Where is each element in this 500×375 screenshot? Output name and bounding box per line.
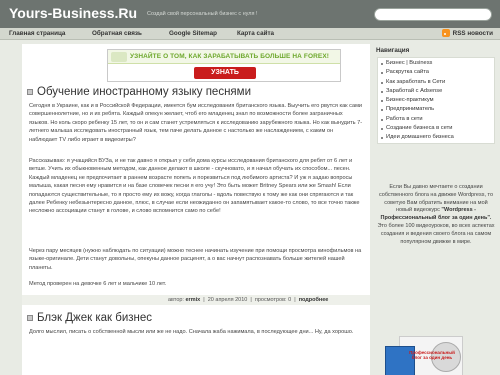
sidebar-item[interactable]: Как заработать в Сети — [378, 78, 494, 87]
dvd-label: Профессиональный блог за один день — [409, 350, 455, 360]
sidebar-item[interactable]: Бизнес-практикум — [378, 96, 494, 105]
post-title[interactable]: Блэк Джек как бизнес — [27, 312, 152, 324]
banner-button[interactable]: УЗНАТЬ — [194, 67, 256, 79]
title-bullet-icon — [27, 89, 33, 95]
post-title-text: Обучение иностранному языку песнями — [37, 86, 251, 98]
sidebar-item[interactable]: Предприниматель — [378, 105, 494, 114]
post-paragraph: Метод проверен на девочке 6 лет и мальчи… — [29, 281, 167, 287]
search-input[interactable] — [374, 8, 492, 21]
nav-home[interactable]: Главная страница — [9, 30, 65, 37]
site-tagline: Создай свой персональный бизнес с нуля ! — [147, 11, 258, 17]
nav-site-map[interactable]: Карта сайта — [237, 30, 274, 37]
meta-sep: | — [201, 297, 207, 303]
sidebar-item[interactable]: Создание бизнеса в сети — [378, 124, 494, 133]
site-header: Yours-Business.Ru Создай свой персональн… — [0, 0, 500, 28]
promo-text: Это более 100 видеоуроков, во всех аспек… — [377, 222, 495, 245]
rss-link[interactable]: RSS новости — [441, 29, 493, 37]
sidebar-nav-list: Бизнес | Business Раскрутка сайта Как за… — [377, 57, 495, 145]
sidebar-item[interactable]: Бизнес | Business — [378, 59, 494, 68]
nav-google-sitemap[interactable]: Google Sitemap — [169, 30, 217, 37]
meta-sep: | — [292, 297, 298, 303]
sidebar-item[interactable]: Заработай с Adsense — [378, 87, 494, 96]
nav-feedback[interactable]: Обратная связь — [92, 30, 142, 37]
post-title-text: Блэк Джек как бизнес — [37, 312, 153, 324]
post-paragraph: Через пару месяцев (нужно наблюдать по с… — [29, 248, 362, 271]
post-paragraph: Сегодня в Украине, как и в Российской Фе… — [29, 103, 363, 143]
banner-text: УЗНАЙТЕ О ТОМ, КАК ЗАРАБАТЫВАТЬ БОЛЬШЕ Н… — [130, 53, 330, 60]
sidebar-title: Навигация — [376, 47, 410, 54]
meta-sep: | — [248, 297, 254, 303]
post-paragraph: Долго мыслил, писать о собственной мысли… — [29, 329, 354, 335]
post-title[interactable]: Обучение иностранному языку песнями — [27, 86, 251, 98]
author-link[interactable]: ermix — [186, 297, 201, 303]
forex-banner[interactable]: УЗНАЙТЕ О ТОМ, КАК ЗАРАБАТЫВАТЬ БОЛЬШЕ Н… — [107, 49, 341, 82]
banner-logo-icon — [111, 52, 127, 62]
post-date: 20 апреля 2010 — [207, 297, 248, 303]
main-content: УЗНАЙТЕ О ТОМ, КАК ЗАРАБАТЫВАТЬ БОЛЬШЕ Н… — [22, 44, 370, 375]
post-views: просмотров: 0 — [254, 297, 292, 303]
rss-icon — [441, 29, 450, 37]
sidebar: Навигация Бизнес | Business Раскрутка са… — [371, 44, 500, 375]
title-bullet-icon — [27, 315, 33, 321]
rss-label: RSS новости — [452, 29, 493, 37]
sidebar-item[interactable]: Раскрутка сайта — [378, 68, 494, 77]
post-paragraph: Рассказываю: я учащийся ВУЗа, и не так д… — [29, 158, 360, 215]
sidebar-promo: Если Вы давно мечтаете о создании собств… — [377, 184, 495, 246]
sidebar-item[interactable]: Работа в сети — [378, 115, 494, 124]
dvd-cover-image[interactable]: Профессиональный блог за один день — [385, 320, 483, 375]
site-logo[interactable]: Yours-Business.Ru — [9, 5, 137, 21]
post-meta: автор: ermix | 20 апреля 2010 | просмотр… — [168, 297, 328, 303]
top-nav: Главная страница Обратная связь Google S… — [0, 28, 500, 40]
sidebar-item[interactable]: Идеи домашнего бизнеса — [378, 133, 494, 142]
read-more-link[interactable]: подробнее — [299, 297, 329, 303]
author-prefix: автор: — [168, 297, 184, 303]
